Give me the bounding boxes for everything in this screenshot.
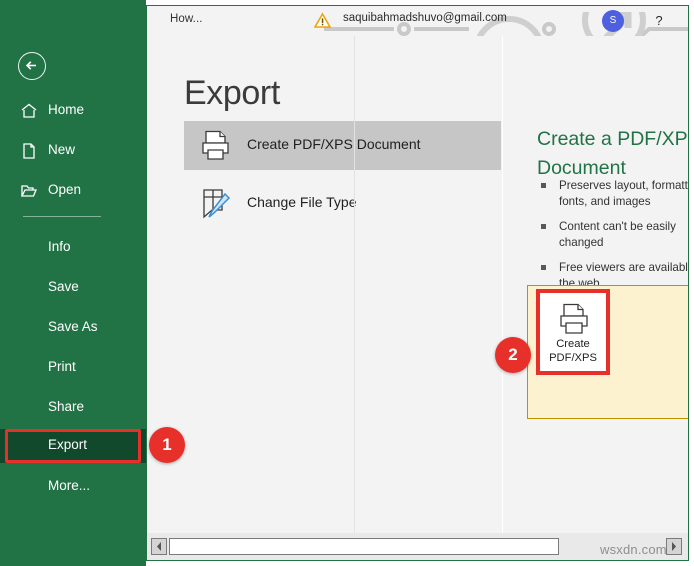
sidebar-item-home[interactable]: Home bbox=[0, 94, 146, 128]
folder-icon bbox=[20, 182, 38, 200]
sidebar-item-label: Info bbox=[48, 239, 71, 254]
sidebar-item-open[interactable]: Open bbox=[0, 174, 146, 208]
option-change-file-type[interactable]: Change File Type bbox=[184, 179, 501, 228]
option-label: Create PDF/XPS Document bbox=[247, 136, 421, 152]
avatar[interactable]: S bbox=[602, 10, 624, 32]
step-badge-2: 2 bbox=[495, 337, 531, 373]
export-main-panel: Export Create PDF/XPS Document Change Fi… bbox=[147, 36, 502, 533]
sidebar-item-label: Export bbox=[48, 437, 88, 452]
sidebar-item-save-as[interactable]: Save As bbox=[0, 311, 146, 345]
details-heading: Create a PDF/XPS Document bbox=[537, 128, 688, 179]
list-item: Content can't be easily changed bbox=[537, 219, 688, 251]
sidebar-item-save[interactable]: Save bbox=[0, 271, 146, 305]
scroll-left-arrow-icon[interactable] bbox=[151, 538, 167, 555]
excel-backstage-export-screen: How... saquibahmadshuvo@gmail.com S ? — … bbox=[0, 0, 694, 566]
scroll-right-arrow-icon[interactable] bbox=[666, 538, 682, 555]
create-pdf-xps-button[interactable]: Create PDF/XPS bbox=[536, 289, 610, 375]
sidebar-item-label: Save bbox=[48, 279, 79, 294]
file-pencil-icon bbox=[200, 188, 232, 219]
panel-divider bbox=[354, 36, 355, 533]
backstage-sidebar: Home New Open Info Save Save As Print Sh… bbox=[0, 0, 146, 566]
title-bar: How... saquibahmadshuvo@gmail.com S ? — … bbox=[147, 6, 688, 36]
scrollbar-thumb[interactable] bbox=[169, 538, 559, 555]
watermark: wsxdn.com bbox=[600, 542, 667, 557]
page-title: Export bbox=[184, 74, 280, 112]
sidebar-item-label: More... bbox=[48, 478, 91, 493]
sidebar-item-label: Open bbox=[48, 182, 82, 197]
help-button[interactable]: ? bbox=[642, 10, 676, 32]
label-line-1: Create bbox=[556, 338, 590, 350]
sidebar-item-label: Home bbox=[48, 102, 85, 117]
warning-triangle-icon bbox=[313, 12, 332, 29]
document-name: How... bbox=[170, 13, 203, 25]
printer-document-icon bbox=[557, 303, 591, 335]
sidebar-item-export[interactable]: Export bbox=[0, 429, 146, 463]
page-icon bbox=[20, 142, 38, 160]
option-label: Change File Type bbox=[247, 194, 357, 210]
sidebar-item-new[interactable]: New bbox=[0, 134, 146, 168]
sidebar-item-label: Share bbox=[48, 399, 85, 414]
sidebar-item-info[interactable]: Info bbox=[0, 231, 146, 265]
sidebar-item-share[interactable]: Share bbox=[0, 391, 146, 425]
details-bullet-list: Preserves layout, formatting, fonts, and… bbox=[537, 178, 688, 301]
export-details-panel: Create a PDF/XPS Document Preserves layo… bbox=[503, 36, 688, 533]
home-icon bbox=[20, 102, 38, 120]
account-email[interactable]: saquibahmadshuvo@gmail.com bbox=[343, 12, 507, 24]
sidebar-item-print[interactable]: Print bbox=[0, 351, 146, 385]
sidebar-item-more[interactable]: More... bbox=[0, 470, 146, 504]
sidebar-divider bbox=[23, 216, 101, 217]
step-badge-1: 1 bbox=[149, 427, 185, 463]
option-create-pdf-xps-document[interactable]: Create PDF/XPS Document bbox=[184, 121, 501, 170]
label-line-2: PDF/XPS bbox=[549, 352, 597, 364]
back-arrow-icon[interactable] bbox=[18, 52, 46, 80]
printer-document-icon bbox=[200, 130, 232, 161]
list-item: Preserves layout, formatting, fonts, and… bbox=[537, 178, 688, 210]
sidebar-item-label: Save As bbox=[48, 319, 98, 334]
sidebar-item-label: Print bbox=[48, 359, 76, 374]
create-pdf-xps-label: Create PDF/XPS bbox=[540, 337, 606, 365]
sidebar-item-label: New bbox=[48, 142, 76, 157]
